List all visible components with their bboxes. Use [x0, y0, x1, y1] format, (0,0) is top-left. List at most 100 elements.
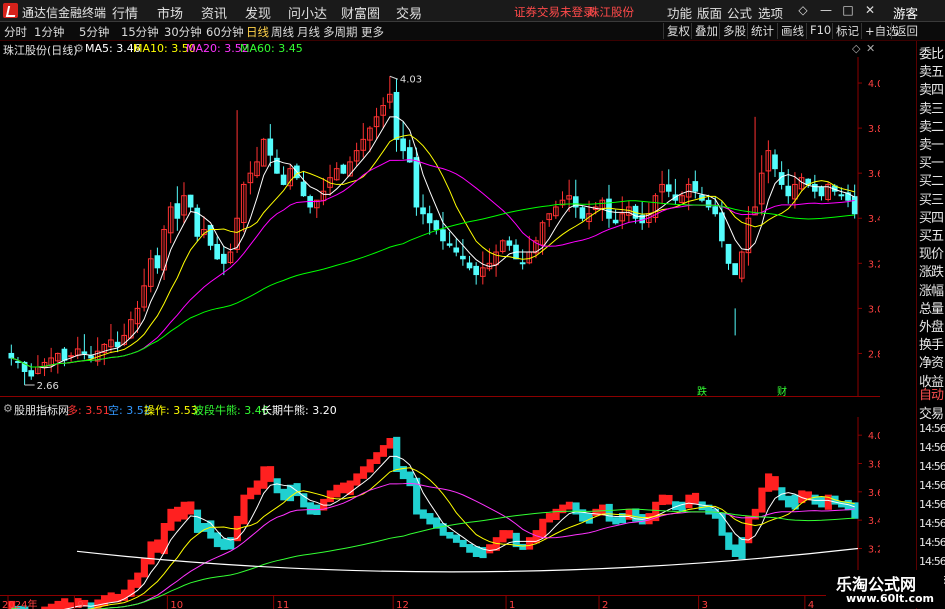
indicator-bar [818, 496, 826, 508]
f10-button[interactable]: F10 [806, 23, 834, 39]
chart-close-icon[interactable]: ✕ [866, 42, 875, 55]
indicator-bar [200, 523, 208, 532]
side-panel-trade-item[interactable]: 自动 [919, 384, 944, 403]
tab-weekly[interactable]: 周线 [271, 24, 294, 40]
side-panel-trade-item[interactable]: 14:56 [919, 460, 945, 473]
side-panel-trade-item[interactable]: 14:56 [919, 422, 945, 435]
close-icon[interactable]: ✕ [862, 3, 878, 18]
tab-fenshi[interactable]: 分时 [4, 24, 27, 40]
side-panel-trade-item[interactable]: 14:56 [919, 479, 945, 492]
indicator-bar [280, 488, 288, 501]
side-panel-item[interactable]: 买三 [919, 189, 944, 208]
menu-shichang[interactable]: 市场 [157, 3, 183, 22]
indicator-bar [565, 501, 573, 510]
menu-faxian[interactable]: 发现 [245, 3, 271, 22]
indicator-bar [592, 508, 600, 517]
tongji-button[interactable]: 统计 [747, 23, 777, 39]
main-chart-legend: 珠江股份(日线) ⚙ MA5: 3.46 MA10: 3.50 MA20: 3.… [0, 41, 880, 57]
side-panel-item[interactable]: 涨跌 [919, 261, 944, 280]
diejia-button[interactable]: 叠加 [691, 23, 721, 39]
indicator-bar [333, 484, 341, 498]
main-chart-title[interactable]: 珠江股份(日线) [3, 42, 78, 58]
indicator-bar [745, 515, 753, 544]
side-panel-item[interactable]: 卖一 [919, 134, 944, 153]
candle [340, 163, 347, 175]
indicator-bar [154, 539, 162, 553]
tab-monthly[interactable]: 月线 [297, 24, 320, 40]
tab-1min[interactable]: 1分钟 [34, 24, 64, 40]
indicator-legend: ⚙ 股朋指标网 多: 3.51 空: 3.52 操作: 3.53 波段牛熊: 3… [0, 401, 880, 417]
skin-icon[interactable]: ◇ [795, 3, 811, 18]
indicator-bar [187, 501, 195, 515]
tab-5min[interactable]: 5分钟 [79, 24, 109, 40]
indicator-chart[interactable]: 4.003.803.603.403.203.002024年91011121234… [0, 417, 880, 609]
menu-caifuquan[interactable]: 财富圈 [341, 3, 380, 22]
login-notice[interactable]: 证券交易未登录 [514, 4, 595, 20]
side-panel-item[interactable]: 卖三 [919, 98, 944, 117]
user-label[interactable]: 游客 [893, 3, 918, 22]
tab-more[interactable]: 更多 [361, 24, 384, 40]
fuquan-button[interactable]: 复权 [663, 23, 693, 39]
side-panel-trade-item[interactable]: 交易 [919, 403, 944, 422]
menu-banmian[interactable]: 版面 [697, 3, 722, 22]
menu-jiaoyi[interactable]: 交易 [396, 3, 422, 22]
indicator-bar [174, 506, 182, 522]
indicator-bar [738, 537, 746, 560]
menu-zixun[interactable]: 资讯 [201, 3, 227, 22]
caozuo-label: 操作: 3.53 [144, 404, 198, 417]
indicator-bar [711, 508, 720, 519]
indicator-bar [273, 478, 281, 494]
side-panel-item[interactable]: 换手 [919, 334, 944, 353]
side-panel-trade-item[interactable]: 14:56 [919, 498, 945, 511]
side-panel-item[interactable]: 卖五 [919, 61, 944, 80]
huaxian-button[interactable]: 画线 [777, 23, 807, 39]
side-panel-item[interactable]: 总量 [919, 298, 944, 317]
tab-daily[interactable]: 日线 [246, 24, 269, 40]
side-panel-trade-item[interactable]: 14:56 [919, 441, 945, 454]
settings-gear-icon[interactable]: ⚙ [74, 42, 84, 55]
side-panel-item[interactable]: 卖四 [919, 79, 944, 98]
duogu-button[interactable]: 多股 [719, 23, 749, 39]
menu-xuanxiang[interactable]: 选项 [758, 3, 783, 22]
indicator-bar [851, 502, 859, 519]
back-button[interactable]: 返回 [891, 23, 921, 39]
indicator-bar [240, 494, 248, 525]
maximize-icon[interactable]: □ [840, 3, 856, 18]
biaoji-button[interactable]: 标记 [832, 23, 862, 39]
indicator-bar [359, 466, 368, 479]
menu-gongneng[interactable]: 功能 [667, 3, 692, 22]
tab-30min[interactable]: 30分钟 [164, 24, 202, 40]
candlestick-chart[interactable]: 4.00 3.80 3.60 3.40 3.20 3.00 2.80 4.03 2.66 跌 财 [0, 57, 880, 397]
side-panel-item[interactable]: 委比 [919, 43, 944, 62]
menu-gongshi[interactable]: 公式 [727, 3, 752, 22]
x-tick-label: 2 [602, 600, 608, 609]
side-panel-item[interactable]: 买四 [919, 207, 944, 226]
indicator-bar [54, 600, 62, 609]
indicator-bar [466, 544, 474, 553]
indicator-bar [685, 494, 693, 509]
side-panel-trade-item[interactable]: 14:56 [919, 536, 945, 549]
x-tick-label: 3 [702, 600, 708, 609]
side-panel-item[interactable]: 买一 [919, 152, 944, 171]
tab-15min[interactable]: 15分钟 [121, 24, 159, 40]
side-panel-item[interactable]: 卖二 [919, 116, 944, 135]
menu-wenxiaoda[interactable]: 问小达 [288, 3, 327, 22]
side-panel-item[interactable]: 净资 [919, 352, 944, 371]
minimize-icon[interactable]: — [818, 3, 834, 18]
side-panel-trade-item[interactable]: 14:56 [919, 517, 945, 530]
side-panel-trade-item[interactable]: 14:56 [919, 555, 945, 568]
indicator-bar [353, 473, 361, 486]
chart-option-icon[interactable]: ◇ [852, 42, 860, 55]
menu-hangqing[interactable]: 行情 [112, 3, 138, 22]
side-panel-item[interactable]: 外盘 [919, 316, 944, 335]
side-panel-item[interactable]: 买二 [919, 170, 944, 189]
side-panel-item[interactable]: 买五 [919, 225, 944, 244]
side-panel-item[interactable]: 现价 [919, 243, 944, 262]
indicator-settings-icon[interactable]: ⚙ [3, 402, 13, 415]
indicator-title[interactable]: 股朋指标网 [14, 402, 69, 418]
tab-60min[interactable]: 60分钟 [206, 24, 244, 40]
tab-multi-period[interactable]: 多周期 [323, 24, 358, 40]
x-tick-label: 9 [77, 600, 83, 609]
side-panel-item[interactable]: 涨幅 [919, 280, 944, 299]
quote-side-panel: 委比 卖五 卖四 卖三 卖二 卖一 买一 买二 买三 买四 买五 现价 涨跌 涨幅 总量 外盘 换手 净资 收益 自动… [916, 41, 945, 609]
